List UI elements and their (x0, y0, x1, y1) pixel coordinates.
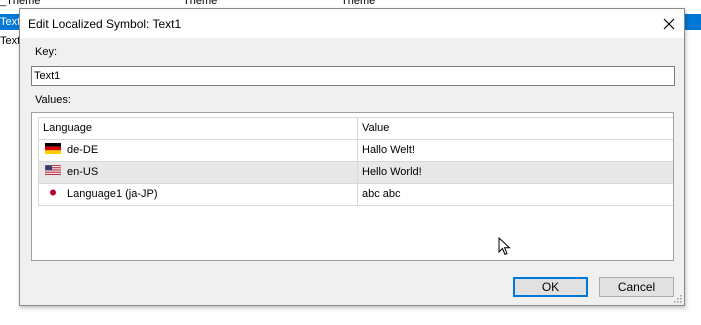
dialog-titlebar: Edit Localized Symbol: Text1 (20, 9, 684, 38)
values-table-container: Language Value de-DE Hallo Welt! en-US H… (31, 112, 674, 261)
key-label: Key: (35, 46, 58, 58)
key-input[interactable]: Text1 (31, 66, 675, 86)
language-cell[interactable]: de-DE (43, 140, 353, 161)
table-row[interactable]: de-DE Hallo Welt! (39, 140, 673, 162)
language-cell[interactable]: en-US (43, 162, 353, 183)
close-button[interactable] (658, 13, 680, 35)
table-row[interactable]: Language1 (ja-JP) abc abc (39, 184, 673, 206)
background-selected-row-edge (684, 14, 701, 30)
values-grid: Language Value de-DE Hallo Welt! en-US H… (38, 117, 673, 206)
value-cell[interactable]: Hello World! (362, 162, 662, 183)
edit-localized-symbol-dialog: Edit Localized Symbol: Text1 Key: Text1 … (19, 8, 685, 306)
background-selected-row[interactable]: Text1 (0, 14, 20, 30)
language-text: de-DE (67, 144, 99, 156)
language-text: en-US (67, 166, 99, 178)
germany-flag-icon (45, 143, 61, 154)
dialog-title: Edit Localized Symbol: Text1 (28, 17, 182, 31)
ok-button[interactable]: OK (513, 277, 588, 297)
background-grid-header-row: _Theme Theme Theme (0, 0, 701, 8)
column-divider (357, 184, 358, 205)
values-label: Values: (35, 94, 71, 106)
language-cell[interactable]: Language1 (ja-JP) (43, 184, 353, 205)
column-divider (357, 162, 358, 183)
resize-grip-icon[interactable] (672, 293, 682, 303)
us-flag-icon (45, 165, 61, 176)
value-cell[interactable]: abc abc (362, 184, 662, 205)
close-icon (663, 18, 675, 30)
background-cell: _Theme (0, 0, 41, 7)
background-cell: Theme (341, 0, 376, 7)
table-row[interactable]: en-US Hello World! (39, 162, 673, 184)
background-row-2[interactable]: Text2 (0, 33, 20, 49)
values-grid-header: Language Value (39, 117, 673, 140)
mouse-pointer-icon (498, 237, 511, 256)
column-divider (357, 140, 358, 161)
background-selected-row-text: Text1 (0, 16, 20, 28)
screen: _Theme Theme Theme Text1 Text2 Edit Loca… (0, 0, 701, 325)
value-cell[interactable]: Hallo Welt! (362, 140, 662, 161)
cancel-button[interactable]: Cancel (599, 277, 674, 297)
japan-flag-icon (45, 187, 61, 198)
background-cell: Theme (183, 0, 218, 7)
column-divider[interactable] (357, 118, 358, 139)
column-header-value[interactable]: Value (362, 118, 662, 139)
language-text: Language1 (ja-JP) (67, 188, 158, 200)
column-header-language[interactable]: Language (43, 118, 353, 139)
background-row-2-text: Text2 (0, 35, 20, 47)
